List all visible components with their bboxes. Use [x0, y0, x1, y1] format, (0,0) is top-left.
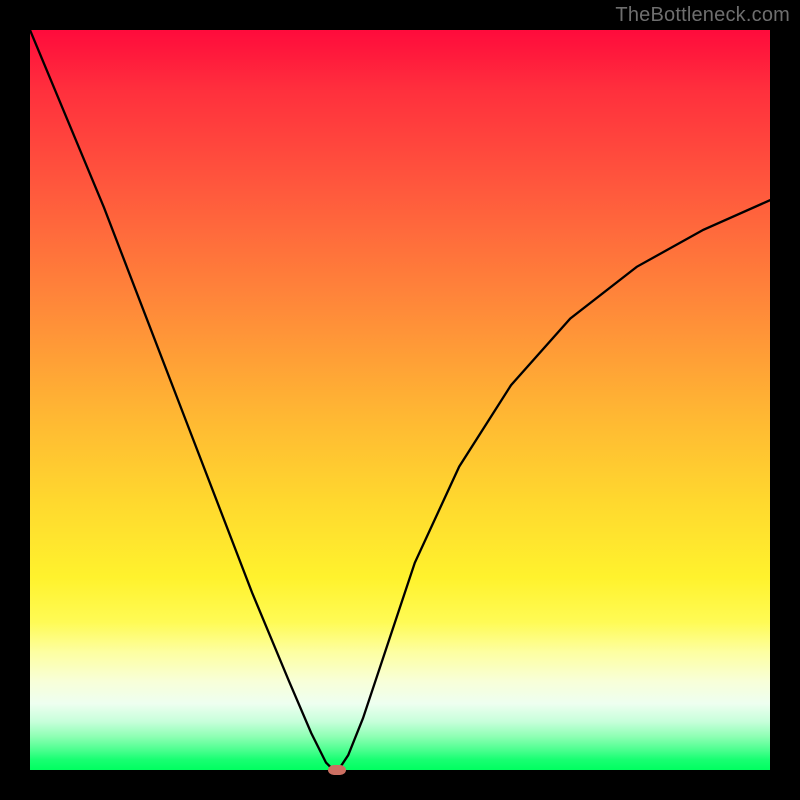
bottleneck-curve-path [30, 30, 770, 770]
watermark-text: TheBottleneck.com [615, 4, 790, 27]
curve-svg [30, 30, 770, 770]
plot-area [30, 30, 770, 770]
minimum-marker [328, 765, 346, 775]
chart-frame: TheBottleneck.com [0, 0, 800, 800]
